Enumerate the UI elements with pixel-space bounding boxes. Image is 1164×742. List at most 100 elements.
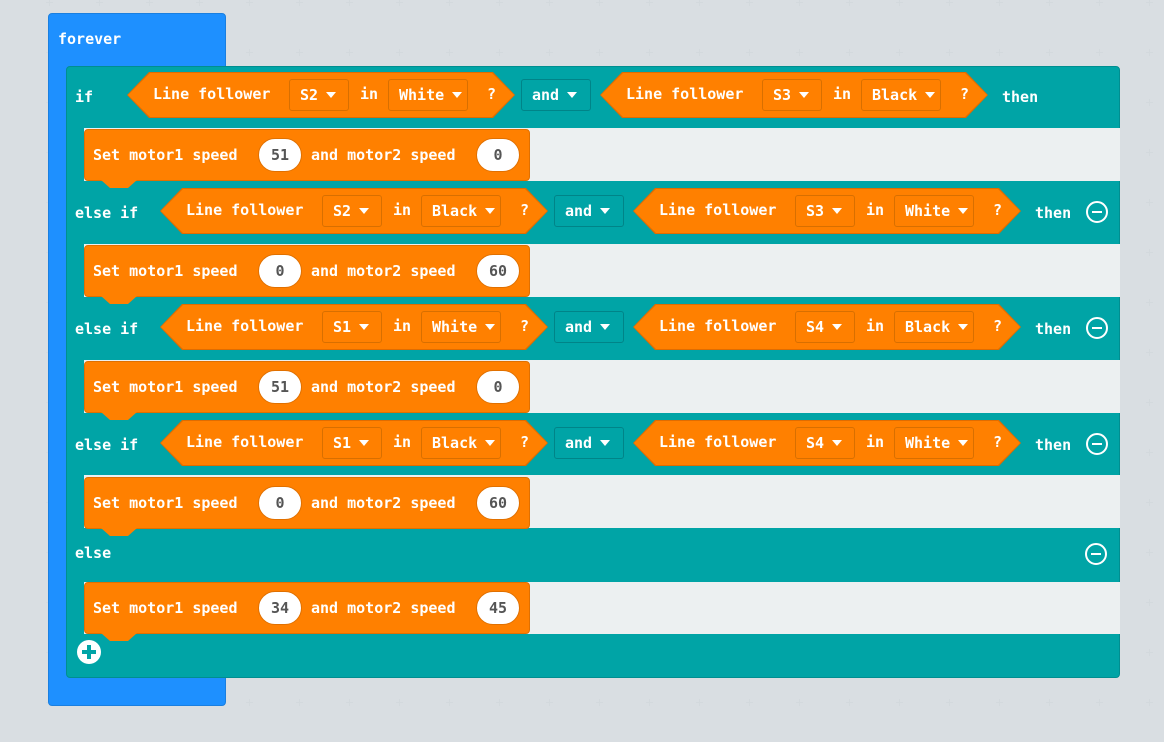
else-if-keyword: else if (75, 436, 139, 454)
if-keyword: if (75, 88, 94, 106)
chevron-down-icon (832, 208, 843, 214)
remove-branch-icon[interactable] (1086, 317, 1108, 339)
in-label: in (866, 433, 885, 451)
motor1-label: Set motor1 speed (93, 146, 238, 164)
else-keyword: else (75, 544, 112, 562)
chevron-down-icon (359, 208, 370, 214)
remove-else-icon[interactable] (1085, 543, 1107, 565)
color-value: White (432, 318, 478, 336)
motor2-speed-input[interactable]: 0 (476, 370, 520, 404)
color-dropdown[interactable]: Black (421, 427, 501, 459)
and-operator-dropdown[interactable]: and (554, 195, 624, 227)
motor2-label: and motor2 speed (311, 378, 456, 396)
then-keyword: then (1035, 436, 1072, 454)
chevron-down-icon (359, 440, 370, 446)
question-mark: ? (520, 201, 530, 219)
line-follower-label: Line follower (659, 317, 777, 335)
color-dropdown[interactable]: White (894, 427, 974, 459)
sensor-dropdown[interactable]: S4 (795, 311, 855, 343)
motor1-speed-input[interactable]: 51 (258, 138, 302, 172)
chevron-down-icon (925, 92, 936, 98)
line-follower-label: Line follower (186, 201, 304, 219)
sensor-value: S3 (806, 202, 825, 220)
sensor-dropdown[interactable]: S2 (289, 79, 349, 111)
and-label: and (565, 202, 593, 220)
question-mark: ? (487, 85, 497, 103)
and-operator-dropdown[interactable]: and (554, 427, 624, 459)
motor2-speed-input[interactable]: 45 (476, 591, 520, 625)
chevron-down-icon (567, 92, 578, 98)
color-value: White (399, 86, 445, 104)
motor1-label: Set motor1 speed (93, 599, 238, 617)
chevron-down-icon (600, 324, 611, 330)
chevron-down-icon (485, 324, 496, 330)
motor2-speed-input[interactable]: 0 (476, 138, 520, 172)
color-value: Black (872, 86, 918, 104)
question-mark: ? (960, 85, 970, 103)
remove-branch-icon[interactable] (1086, 433, 1108, 455)
and-label: and (565, 318, 593, 336)
and-label: and (532, 86, 560, 104)
color-value: White (905, 202, 951, 220)
color-dropdown[interactable]: Black (421, 195, 501, 227)
line-follower-label: Line follower (153, 85, 271, 103)
chevron-down-icon (799, 92, 810, 98)
chevron-down-icon (832, 324, 843, 330)
color-dropdown[interactable]: Black (861, 79, 941, 111)
chevron-down-icon (958, 208, 969, 214)
in-label: in (393, 317, 412, 335)
motor1-speed-input[interactable]: 34 (258, 591, 302, 625)
motor1-speed-input[interactable]: 0 (258, 254, 302, 288)
chevron-down-icon (485, 208, 496, 214)
question-mark: ? (993, 433, 1003, 451)
chevron-down-icon (452, 92, 463, 98)
sensor-dropdown[interactable]: S3 (795, 195, 855, 227)
else-if-keyword: else if (75, 204, 139, 222)
sensor-dropdown[interactable]: S2 (322, 195, 382, 227)
chevron-down-icon (359, 324, 370, 330)
sensor-value: S3 (773, 86, 792, 104)
color-value: Black (905, 318, 951, 336)
chevron-down-icon (958, 324, 969, 330)
motor1-label: Set motor1 speed (93, 494, 238, 512)
color-dropdown[interactable]: White (894, 195, 974, 227)
remove-branch-icon[interactable] (1086, 201, 1108, 223)
in-label: in (360, 85, 379, 103)
and-operator-dropdown[interactable]: and (521, 79, 591, 111)
motor2-speed-input[interactable]: 60 (476, 254, 520, 288)
line-follower-label: Line follower (186, 317, 304, 335)
motor2-label: and motor2 speed (311, 146, 456, 164)
color-value: Black (432, 434, 478, 452)
motor2-speed-input[interactable]: 60 (476, 486, 520, 520)
color-value: White (905, 434, 951, 452)
sensor-dropdown[interactable]: S4 (795, 427, 855, 459)
forever-label: forever (58, 30, 122, 48)
question-mark: ? (520, 433, 530, 451)
chevron-down-icon (485, 440, 496, 446)
and-label: and (565, 434, 593, 452)
chevron-down-icon (600, 440, 611, 446)
motor1-speed-input[interactable]: 0 (258, 486, 302, 520)
motor1-label: Set motor1 speed (93, 378, 238, 396)
sensor-dropdown[interactable]: S1 (322, 427, 382, 459)
then-keyword: then (1035, 320, 1072, 338)
sensor-value: S4 (806, 318, 825, 336)
sensor-dropdown[interactable]: S3 (762, 79, 822, 111)
chevron-down-icon (600, 208, 611, 214)
add-branch-icon[interactable] (77, 640, 101, 664)
color-dropdown[interactable]: Black (894, 311, 974, 343)
question-mark: ? (520, 317, 530, 335)
and-operator-dropdown[interactable]: and (554, 311, 624, 343)
question-mark: ? (993, 201, 1003, 219)
motor1-speed-input[interactable]: 51 (258, 370, 302, 404)
in-label: in (393, 201, 412, 219)
sensor-value: S2 (300, 86, 319, 104)
sensor-value: S1 (333, 318, 352, 336)
line-follower-label: Line follower (659, 201, 777, 219)
motor2-label: and motor2 speed (311, 599, 456, 617)
sensor-dropdown[interactable]: S1 (322, 311, 382, 343)
color-dropdown[interactable]: White (421, 311, 501, 343)
color-dropdown[interactable]: White (388, 79, 468, 111)
line-follower-label: Line follower (659, 433, 777, 451)
chevron-down-icon (326, 92, 337, 98)
